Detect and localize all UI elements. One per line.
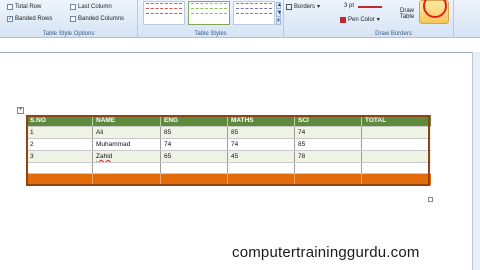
table-style-thumb-red[interactable]: [143, 1, 185, 25]
table-cell[interactable]: 74: [227, 138, 295, 151]
word-table[interactable]: S.NO NAME ENG MATHS SCI TOTAL 1 Ali 85 8…: [26, 115, 431, 187]
table-cell[interactable]: 85: [294, 138, 362, 151]
table-cell[interactable]: 85: [160, 126, 228, 140]
header-cell[interactable]: MATHS: [227, 115, 295, 128]
table-cell[interactable]: [160, 173, 228, 187]
pen-color-label: Pen Color: [348, 16, 375, 23]
pen-weight-select[interactable]: 3 pt: [344, 3, 354, 9]
total-row-checkbox[interactable]: [7, 4, 13, 10]
styles-scroll-down-icon[interactable]: ▼: [276, 10, 282, 17]
header-cell[interactable]: NAME: [92, 115, 161, 128]
table-cell[interactable]: 2: [26, 138, 93, 151]
table-cell[interactable]: 74: [160, 138, 228, 151]
draw-table-label: Draw Table: [399, 8, 415, 20]
draw-borders-caption: Draw Borders: [375, 31, 412, 37]
table-style-options-caption: Table Style Options: [42, 31, 95, 37]
last-column-checkbox[interactable]: [70, 4, 76, 10]
table-row: 3 Zahid 65 45 78: [26, 150, 431, 163]
table-cell[interactable]: 45: [227, 150, 295, 163]
banded-rows-checkbox[interactable]: ✓: [7, 16, 13, 22]
pen-color-icon: [340, 16, 346, 23]
table-cell[interactable]: 3: [26, 150, 93, 163]
table-cell[interactable]: [361, 138, 431, 151]
table-row: [26, 162, 431, 175]
table-move-handle-icon[interactable]: +: [17, 107, 24, 114]
table-cell[interactable]: [361, 126, 431, 140]
table-cell[interactable]: [160, 162, 228, 175]
ribbon: Total Row ✓ Banded Rows Last Column Band…: [0, 0, 480, 38]
table-style-thumb-purple[interactable]: [233, 1, 275, 25]
table-cell[interactable]: [92, 162, 161, 175]
draw-table-button[interactable]: Draw Table: [398, 8, 416, 20]
table-styles-group: Table Styles: [138, 0, 284, 38]
banded-columns-checkbox[interactable]: [70, 16, 76, 22]
styles-more-icon[interactable]: ▾: [276, 18, 281, 25]
chevron-down-icon: ▾: [317, 4, 321, 10]
header-cell[interactable]: S.NO: [26, 115, 93, 128]
header-cell[interactable]: ENG: [160, 115, 228, 128]
banded-rows-label: Banded Rows: [15, 16, 53, 22]
borders-icon: [286, 3, 292, 10]
banded-rows-option[interactable]: ✓ Banded Rows: [7, 16, 52, 22]
table-header-row: S.NO NAME ENG MATHS SCI TOTAL: [26, 115, 431, 128]
total-row-option[interactable]: Total Row: [7, 4, 41, 10]
total-row-label: Total Row: [15, 4, 42, 10]
table-cell[interactable]: Zahid: [92, 150, 161, 163]
table-styles-caption: Table Styles: [194, 31, 227, 37]
banded-columns-label: Banded Columns: [78, 16, 125, 22]
last-column-option[interactable]: Last Column: [70, 4, 112, 10]
styles-scroll-up-icon[interactable]: ▲: [276, 2, 282, 9]
table-cell[interactable]: 65: [160, 150, 228, 163]
table-cell[interactable]: 85: [227, 126, 295, 140]
header-cell[interactable]: TOTAL: [361, 115, 431, 128]
table-cell[interactable]: 74: [294, 126, 362, 140]
table-total-row: [26, 173, 431, 187]
vertical-scrollbar[interactable]: [472, 52, 480, 270]
table-cell[interactable]: [26, 173, 93, 187]
table-style-options-group: Total Row ✓ Banded Rows Last Column Band…: [0, 0, 138, 38]
table-style-thumb-green[interactable]: [188, 1, 230, 25]
table-cell[interactable]: Ali: [92, 126, 161, 140]
borders-label: Borders: [294, 3, 316, 10]
misspelled-name: Zahid: [96, 152, 113, 160]
table-cell[interactable]: [294, 162, 362, 175]
table-cell[interactable]: [361, 173, 431, 187]
table-cell[interactable]: [361, 150, 431, 163]
pen-color-button[interactable]: Pen Color ▾: [340, 16, 380, 23]
table-row: 2 Muhammad 74 74 85: [26, 138, 431, 151]
table-row: 1 Ali 85 85 74: [26, 126, 431, 140]
table-cell[interactable]: [26, 162, 93, 175]
table-cell[interactable]: 78: [294, 150, 362, 163]
header-cell[interactable]: SCI: [294, 115, 362, 128]
table-cell[interactable]: [227, 162, 295, 175]
pen-line-preview: [358, 6, 382, 8]
page-top-edge: [0, 52, 480, 53]
watermark-text: computertraininggurdu.com: [232, 244, 420, 261]
table-cell[interactable]: Muhammad: [92, 138, 161, 151]
table-cell[interactable]: 1: [26, 126, 93, 140]
borders-button[interactable]: Borders ▾: [286, 3, 320, 10]
table-resize-handle-icon[interactable]: [428, 197, 433, 202]
table-cell[interactable]: [361, 162, 431, 175]
table-cell[interactable]: [92, 173, 161, 187]
last-column-label: Last Column: [78, 4, 112, 10]
chevron-down-icon: ▾: [376, 17, 380, 23]
pen-weight-value: 3 pt: [344, 3, 355, 9]
table-cell[interactable]: [294, 173, 362, 187]
banded-columns-option[interactable]: Banded Columns: [70, 16, 124, 22]
table-cell[interactable]: [227, 173, 295, 187]
